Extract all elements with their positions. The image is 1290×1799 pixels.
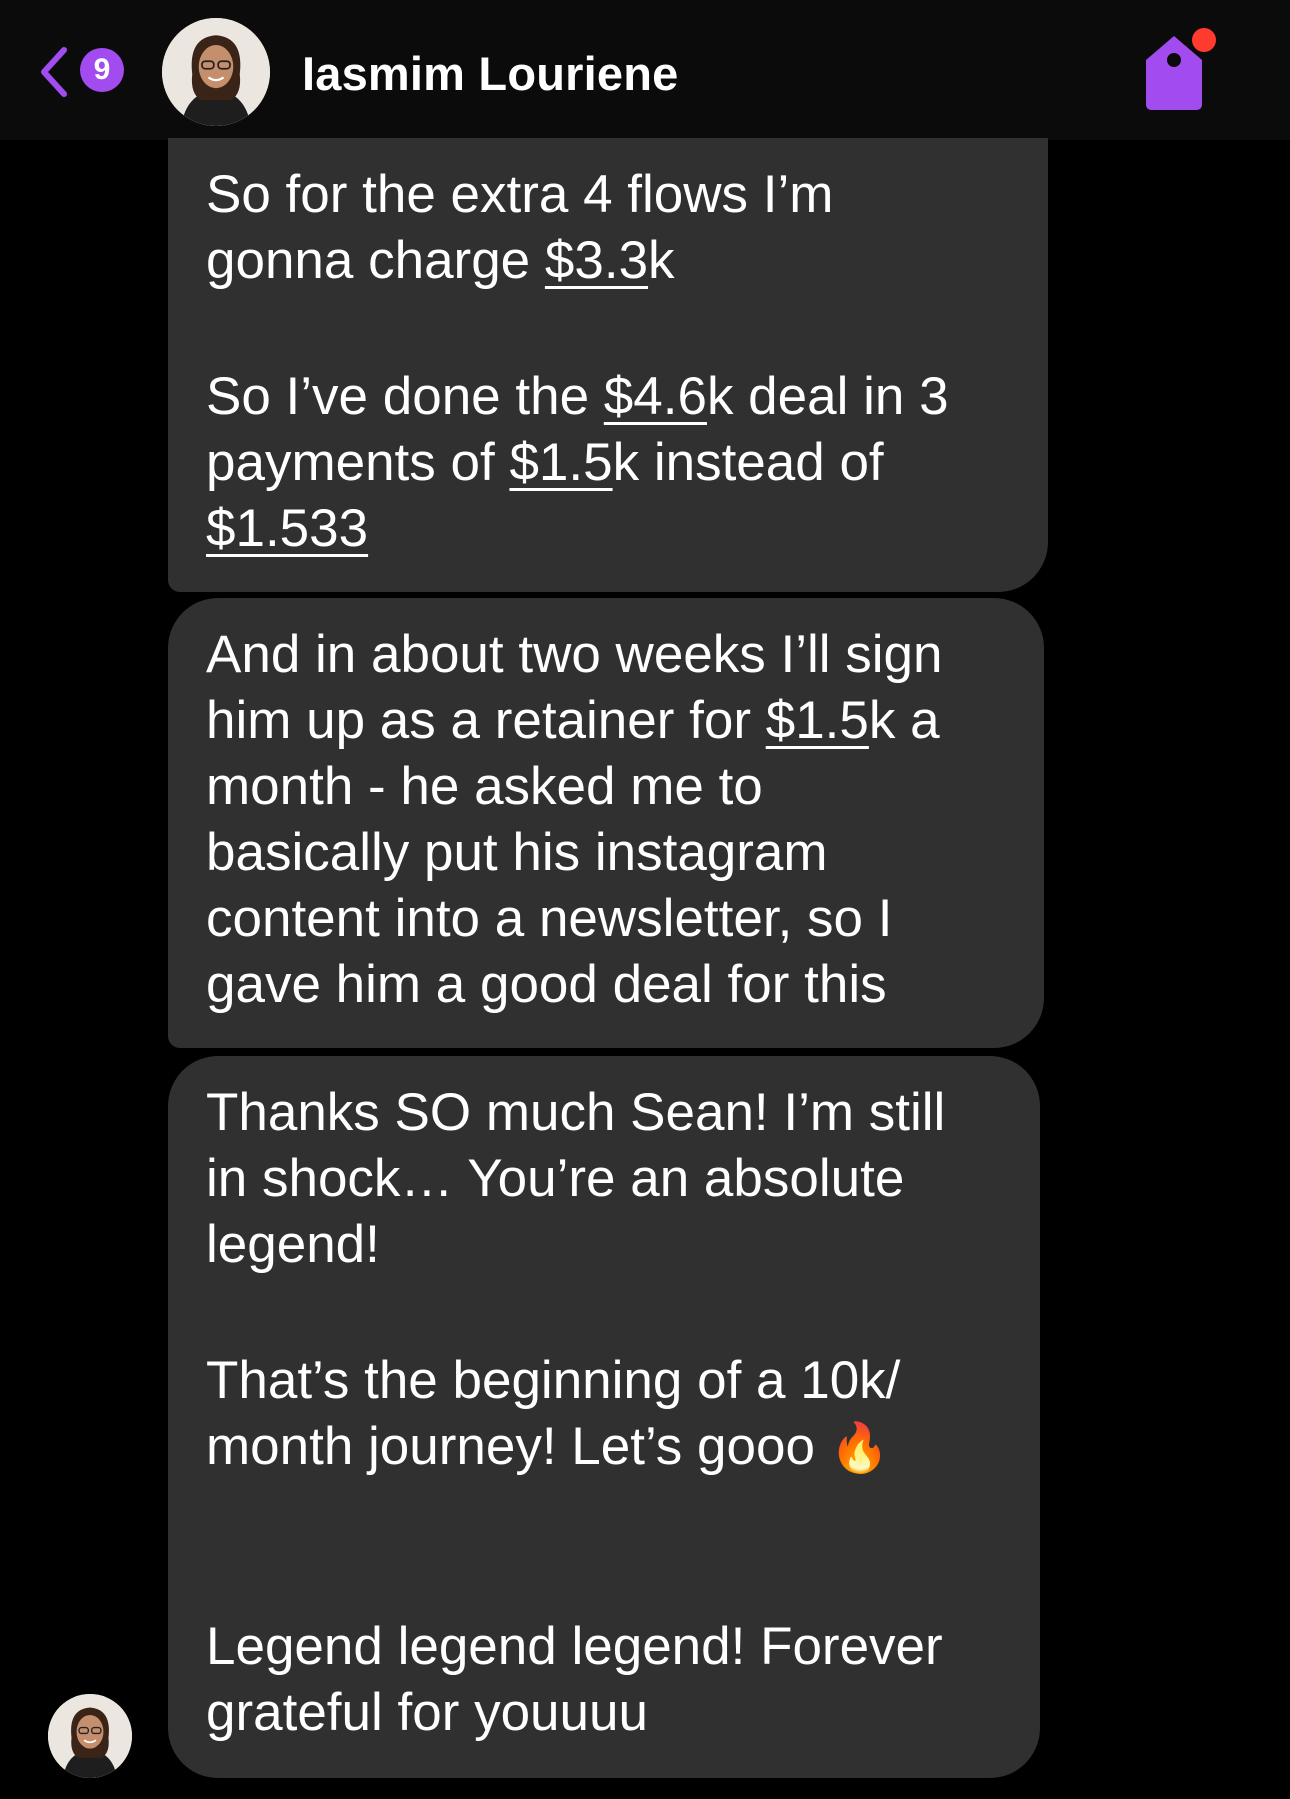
contact-name[interactable]: Iasmim Louriene (302, 46, 679, 101)
message-line: in shock… You’re an absolute (206, 1149, 905, 1208)
message-line: month journey! Let’s gooo 🔥 (206, 1417, 890, 1476)
message-line: And in about two weeks I’ll sign (206, 625, 943, 684)
message-line: legend! (206, 1215, 380, 1274)
notification-dot (1192, 28, 1216, 52)
contact-avatar[interactable] (162, 18, 270, 126)
message-line: him up as a retainer for $1.5k a (206, 691, 940, 750)
sender-avatar[interactable] (48, 1694, 132, 1778)
message-bubble[interactable]: And in about two weeks I’ll sign him up … (168, 598, 1044, 1048)
message-bubble[interactable]: Thanks SO much Sean! I’m still in shock…… (168, 1056, 1040, 1778)
message-line: $1.533 (206, 496, 1048, 562)
message-line: grateful for youuuu (206, 1683, 648, 1742)
message-line: Thanks SO much Sean! I’m still (206, 1083, 946, 1142)
message-line: So I’ve done the $4.6k deal in 3 (206, 367, 949, 426)
chevron-left-icon (41, 47, 67, 97)
message-line: gonna charge $3.3k (206, 231, 675, 290)
message-line: gave him a good deal for this (206, 955, 887, 1014)
amount-link[interactable]: $3.3 (545, 231, 648, 290)
amount-link[interactable]: $4.6 (604, 367, 707, 426)
fire-emoji-icon: 🔥 (829, 1422, 890, 1475)
back-button[interactable]: 9 (38, 42, 136, 102)
message-line: That’s the beginning of a 10k/ (206, 1351, 901, 1410)
amount-link[interactable]: $1.533 (206, 499, 368, 558)
chat-header: 9 Iasmim Louriene (0, 0, 1290, 140)
message-line: content into a newsletter, so I (206, 889, 893, 948)
amount-link[interactable]: $1.5 (509, 433, 612, 492)
message-bubble[interactable]: So for the extra 4 flows I’m gonna charg… (168, 138, 1048, 592)
message-line: month - he asked me to (206, 757, 763, 816)
message-line: payments of $1.5k instead of (206, 433, 884, 492)
message-line: basically put his instagram (206, 823, 828, 882)
message-line: So for the extra 4 flows I’m (206, 165, 834, 224)
unread-count-badge: 9 (80, 48, 124, 92)
amount-link[interactable]: $1.5 (766, 691, 869, 750)
message-line: Legend legend legend! Forever (206, 1617, 943, 1676)
